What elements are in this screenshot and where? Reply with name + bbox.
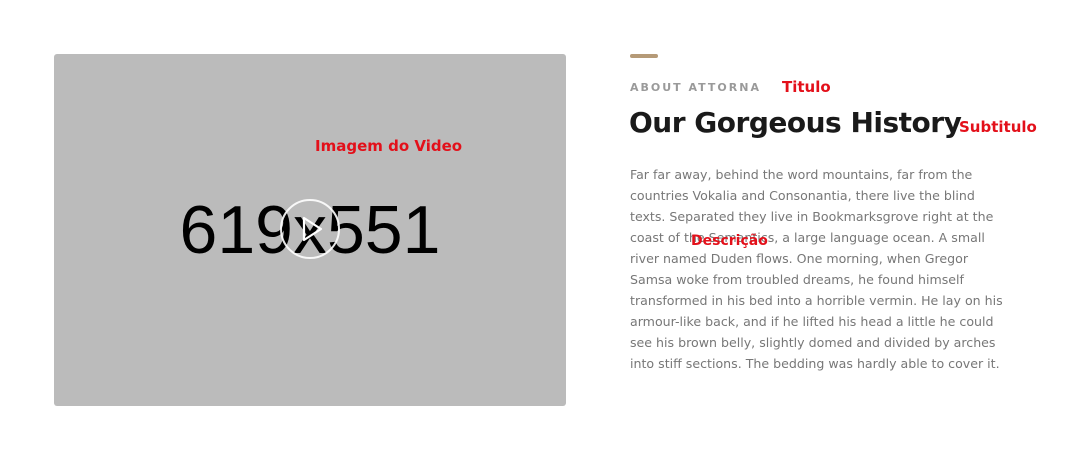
annotation-description: Descrição — [691, 233, 768, 249]
play-button[interactable] — [280, 199, 340, 259]
section-eyebrow: ABOUT ATTORNA — [630, 81, 761, 94]
video-thumbnail[interactable]: 619x551 — [54, 54, 566, 406]
accent-divider — [630, 54, 658, 58]
annotation-title: Titulo — [782, 78, 831, 96]
annotation-subtitle: Subtitulo — [959, 118, 1037, 136]
annotation-video-image: Imagem do Video — [315, 137, 463, 155]
section-description: Far far away, behind the word mountains,… — [630, 167, 1003, 371]
section-heading: Our Gorgeous History — [629, 106, 962, 139]
play-icon — [302, 216, 323, 242]
